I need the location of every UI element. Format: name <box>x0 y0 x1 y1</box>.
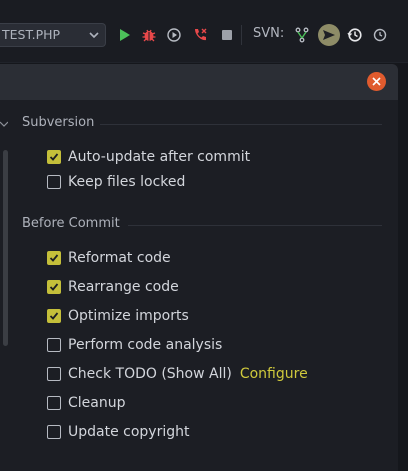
checkbox-checked[interactable] <box>47 280 61 294</box>
run-configuration-combo[interactable]: TEST.PHP <box>0 23 106 47</box>
checkbox-unchecked[interactable] <box>47 425 61 439</box>
option-label: Rearrange code <box>68 279 179 295</box>
close-icon <box>372 77 381 86</box>
debug-icon[interactable] <box>141 27 157 43</box>
history-icon[interactable] <box>347 27 363 43</box>
rearrange-code-option[interactable]: Rearrange code <box>47 278 179 296</box>
configure-link[interactable]: Configure <box>240 366 308 382</box>
update-copyright-option[interactable]: Update copyright <box>47 423 189 441</box>
option-label: Perform code analysis <box>68 337 223 353</box>
checkbox-unchecked[interactable] <box>47 396 61 410</box>
optimize-imports-option[interactable]: Optimize imports <box>47 307 189 325</box>
revert-icon[interactable] <box>372 27 388 43</box>
toolbar-divider <box>0 62 408 63</box>
section-divider <box>128 225 382 226</box>
subversion-section-title: Subversion <box>22 115 95 130</box>
perform-code-analysis-option[interactable]: Perform code analysis <box>47 336 222 354</box>
option-label: Update copyright <box>68 424 190 440</box>
option-label: Keep files locked <box>68 174 186 190</box>
close-button[interactable] <box>367 72 386 91</box>
check-icon <box>49 312 59 320</box>
svn-branch-icon[interactable] <box>294 27 310 43</box>
section-divider <box>100 124 382 125</box>
scrollbar-thumb[interactable] <box>3 150 8 346</box>
before-commit-section-title: Before Commit <box>22 216 120 231</box>
checkbox-unchecked[interactable] <box>47 175 61 189</box>
checkbox-unchecked[interactable] <box>47 338 61 352</box>
keep-files-locked-option[interactable]: Keep files locked <box>47 173 185 191</box>
option-label: Reformat code <box>68 250 171 266</box>
stop-icon[interactable] <box>219 27 235 43</box>
option-label: Check TODO (Show All) <box>68 366 232 382</box>
chevron-down-icon <box>89 32 99 39</box>
svn-commit-button[interactable] <box>318 24 340 46</box>
toolbar-separator <box>241 25 242 45</box>
check-todo-option[interactable]: Check TODO (Show All) Configure <box>47 365 308 383</box>
reformat-code-option[interactable]: Reformat code <box>47 249 171 267</box>
option-label: Cleanup <box>68 395 126 411</box>
checkbox-unchecked[interactable] <box>47 367 61 381</box>
run-configuration-label: TEST.PHP <box>2 27 61 42</box>
option-label: Auto-update after commit <box>68 149 251 165</box>
check-icon <box>49 153 59 161</box>
run-with-coverage-icon[interactable] <box>166 27 182 43</box>
svn-commit-icon <box>323 30 335 40</box>
phone-hangup-icon[interactable] <box>192 27 208 43</box>
check-icon <box>49 254 59 262</box>
run-icon[interactable] <box>116 27 132 43</box>
checkbox-checked[interactable] <box>47 251 61 265</box>
auto-update-after-commit-option[interactable]: Auto-update after commit <box>47 148 250 166</box>
option-label: Optimize imports <box>68 308 189 324</box>
right-gutter <box>398 64 408 471</box>
svn-label: SVN: <box>253 26 285 41</box>
checkbox-checked[interactable] <box>47 309 61 323</box>
check-icon <box>49 283 59 291</box>
commit-dialog-title-bar <box>0 64 398 100</box>
main-toolbar: TEST.PHP SVN: <box>0 0 408 62</box>
cleanup-option[interactable]: Cleanup <box>47 394 126 412</box>
checkbox-checked[interactable] <box>47 150 61 164</box>
collapse-caret-icon <box>0 121 8 127</box>
